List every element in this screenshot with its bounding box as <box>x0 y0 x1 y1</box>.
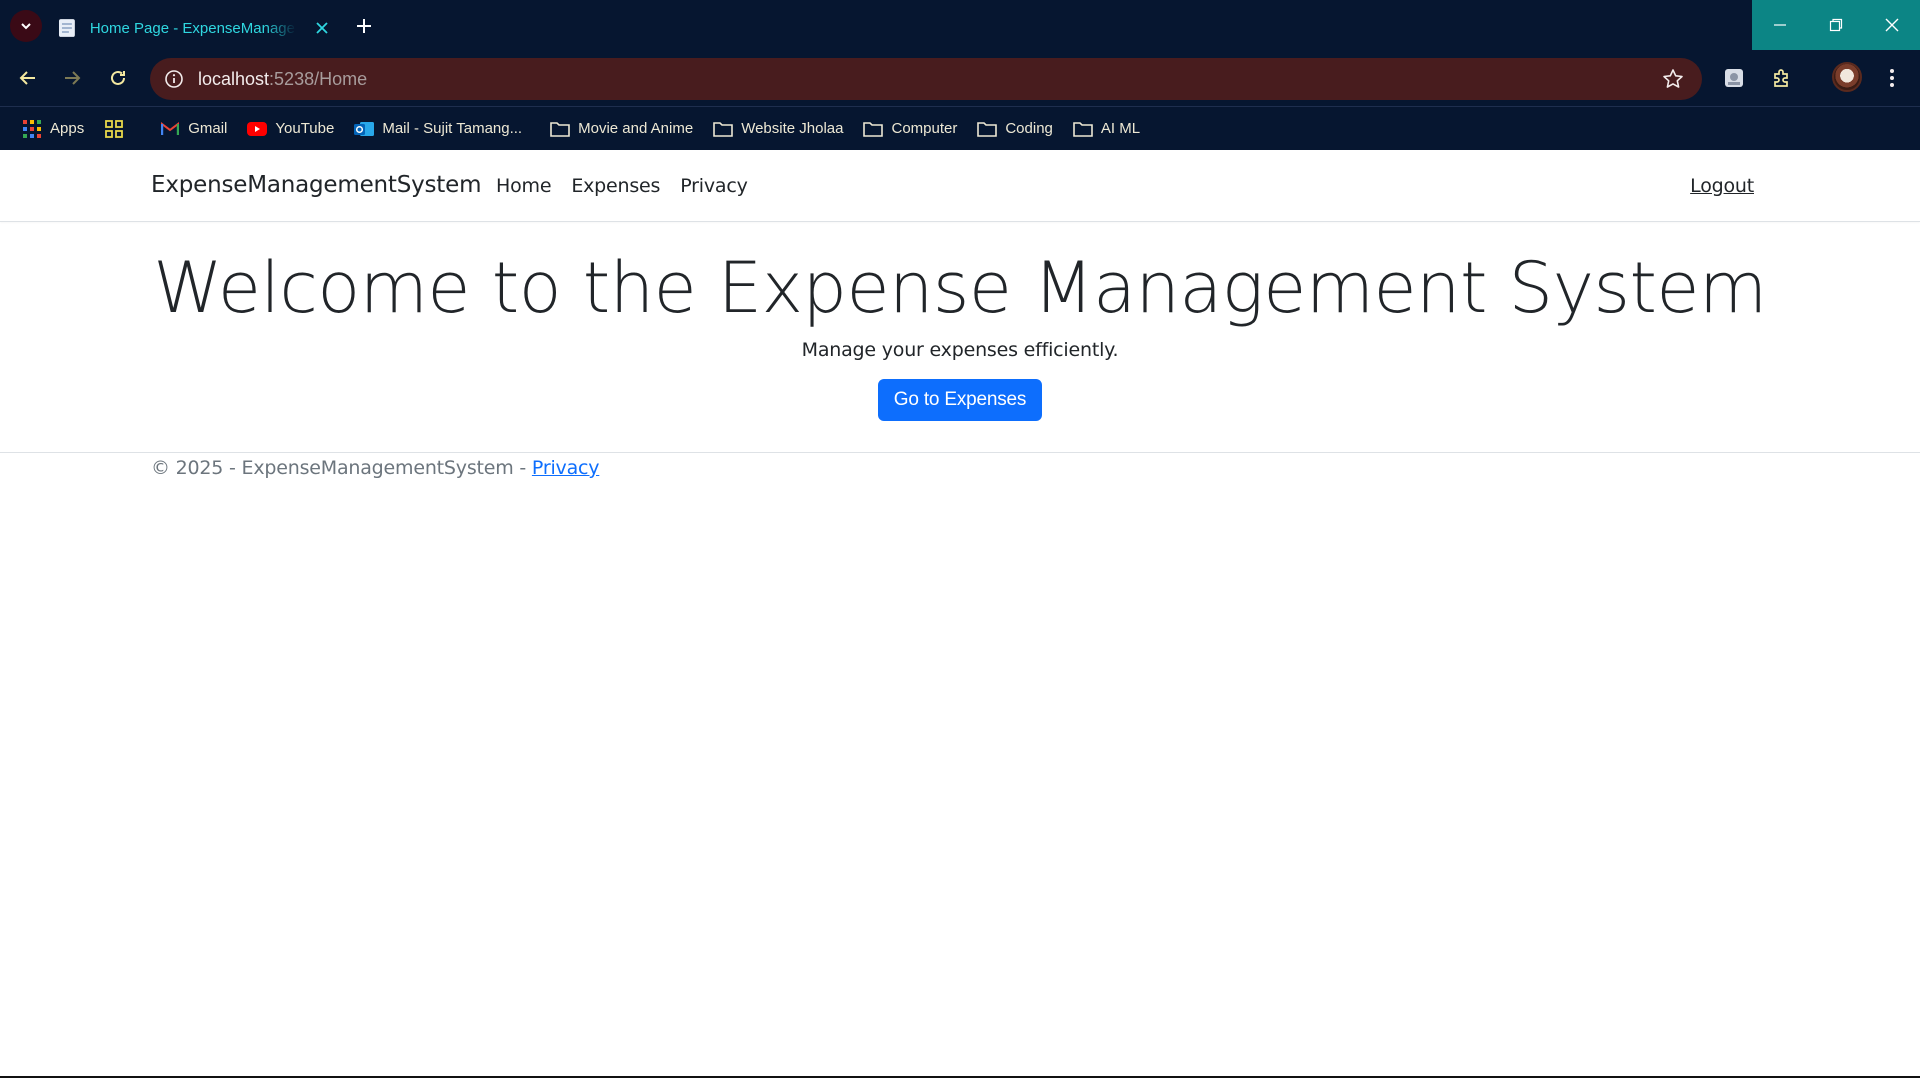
bookmark-apps[interactable]: Apps <box>22 114 84 144</box>
minimize-button[interactable] <box>1752 0 1808 50</box>
reload-icon <box>111 70 125 85</box>
extension-icon <box>1725 69 1743 87</box>
tab-search-button[interactable] <box>10 10 42 42</box>
bookmark-tab-groups[interactable] <box>104 114 132 144</box>
bookmark-label: Mail - Sujit Tamang... <box>382 120 523 137</box>
navbar-brand[interactable]: ExpenseManagementSystem <box>151 172 481 198</box>
arrow-left-icon <box>19 71 35 85</box>
bookmark-star-icon[interactable] <box>1662 68 1684 90</box>
chevron-down-icon <box>21 23 31 30</box>
tab-groups-icon <box>104 119 124 139</box>
bookmark-folder-website-jholaa[interactable]: Website Jholaa <box>713 114 843 144</box>
browser-menu-button[interactable] <box>1876 62 1908 94</box>
new-tab-button[interactable] <box>352 14 376 38</box>
url-text[interactable]: localhost:5238/Home <box>198 69 367 90</box>
folder-icon <box>1073 119 1093 139</box>
window-bottom-border <box>0 1076 1920 1078</box>
forward-button[interactable] <box>56 62 88 94</box>
bookmark-label: Computer <box>891 120 958 137</box>
bookmark-folder-computer[interactable]: Computer <box>863 114 957 144</box>
puzzle-icon <box>1774 69 1788 87</box>
nav-link-privacy[interactable]: Privacy <box>680 175 748 197</box>
bookmark-folder-movie-anime[interactable]: Movie and Anime <box>550 114 693 144</box>
browser-toolbar: localhost:5238/Home <box>0 50 1920 106</box>
outlook-icon <box>354 119 375 139</box>
bookmark-folder-coding[interactable]: Coding <box>977 114 1053 144</box>
nav-links: Home Expenses Privacy <box>496 175 768 197</box>
bookmark-label: YouTube <box>275 120 335 137</box>
restore-button[interactable] <box>1808 0 1864 50</box>
bookmark-folder-ai-ml[interactable]: AI ML <box>1073 114 1140 144</box>
page-subtitle: Manage your expenses efficiently. <box>801 338 1119 361</box>
url-path: :5238/Home <box>269 68 368 89</box>
apps-grid-icon <box>22 119 42 139</box>
page-favicon-icon <box>58 19 75 37</box>
nav-link-home[interactable]: Home <box>496 175 552 197</box>
hero-section: Welcome to the Expense Management System… <box>0 248 1920 421</box>
arrow-right-icon <box>65 71 81 85</box>
bookmark-outlook[interactable]: Mail - Sujit Tamang... <box>354 114 522 144</box>
browser-tab[interactable]: Home Page - ExpenseManagementSystem <box>48 6 340 50</box>
app-navbar: ExpenseManagementSystem Home Expenses Pr… <box>0 150 1920 222</box>
extensions-menu-button[interactable] <box>1766 62 1798 94</box>
url-host: localhost <box>198 68 270 89</box>
folder-icon <box>713 119 733 139</box>
gmail-icon <box>160 119 180 139</box>
footer-copyright: © 2025 - ExpenseManagementSystem - <box>151 457 532 479</box>
close-window-button[interactable] <box>1864 0 1920 50</box>
bookmark-label: Movie and Anime <box>578 120 694 137</box>
footer-text: © 2025 - ExpenseManagementSystem - Priva… <box>151 457 600 479</box>
back-button[interactable] <box>12 62 44 94</box>
bookmark-label: Coding <box>1005 120 1053 137</box>
close-tab-icon[interactable] <box>314 20 330 36</box>
more-vertical-icon <box>1890 69 1894 87</box>
plus-icon <box>357 19 371 33</box>
folder-icon <box>863 119 884 139</box>
logout-link[interactable]: Logout <box>1690 175 1754 197</box>
page-footer: © 2025 - ExpenseManagementSystem - Priva… <box>0 452 1920 512</box>
go-to-expenses-button[interactable]: Go to Expenses <box>877 378 1043 421</box>
site-info-icon[interactable] <box>164 69 184 89</box>
footer-privacy-link[interactable]: Privacy <box>532 457 600 479</box>
minimize-icon <box>1774 24 1786 26</box>
folder-icon <box>977 119 998 139</box>
bookmark-label: Gmail <box>188 120 228 137</box>
close-icon <box>1885 18 1899 32</box>
bookmark-label: Website Jholaa <box>741 120 844 137</box>
web-page: ExpenseManagementSystem Home Expenses Pr… <box>0 150 1920 1078</box>
bookmarks-bar: Apps Gmail YouTube Mail - Sujit Tamang..… <box>0 106 1920 150</box>
bookmark-label: Apps <box>50 120 85 137</box>
bookmark-youtube[interactable]: YouTube <box>247 114 334 144</box>
reload-button[interactable] <box>102 62 134 94</box>
tab-strip: Home Page - ExpenseManagementSystem <box>0 0 1920 50</box>
bookmark-label: AI ML <box>1100 120 1141 137</box>
tab-title: Home Page - ExpenseManagementSystem <box>89 19 296 37</box>
nav-link-expenses[interactable]: Expenses <box>571 175 660 197</box>
profile-avatar[interactable] <box>1832 62 1862 92</box>
browser-chrome: Home Page - ExpenseManagementSystem <box>0 0 1920 150</box>
extension-screenshot-button[interactable] <box>1718 62 1750 94</box>
youtube-icon <box>247 119 268 139</box>
restore-icon <box>1829 18 1843 32</box>
bookmark-gmail[interactable]: Gmail <box>160 114 227 144</box>
page-title: Welcome to the Expense Management System <box>153 247 1767 329</box>
address-bar[interactable]: localhost:5238/Home <box>150 58 1702 100</box>
folder-icon <box>550 119 570 139</box>
